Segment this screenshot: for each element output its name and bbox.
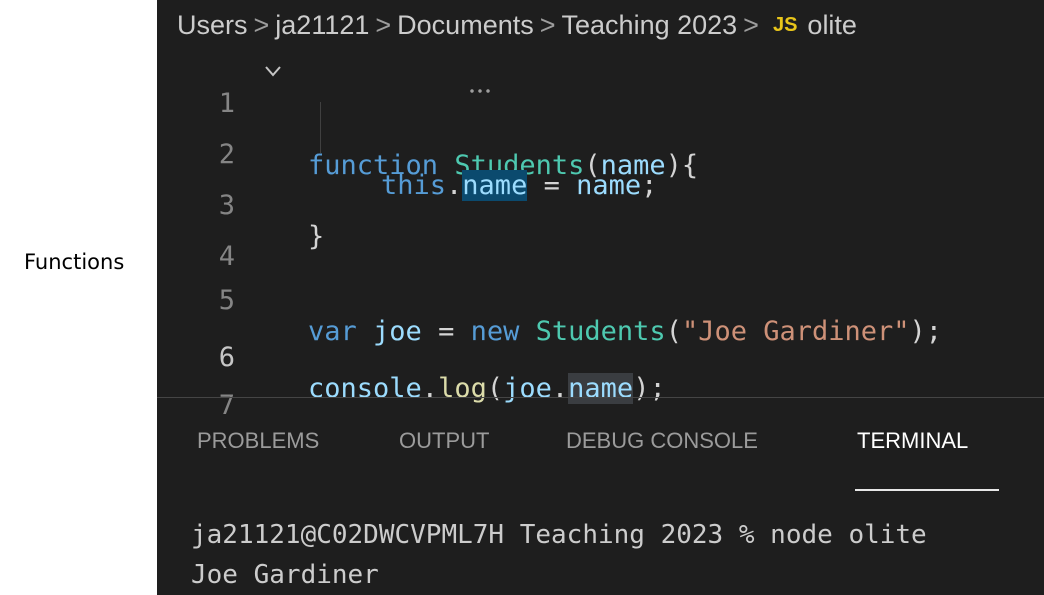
tab-debug-console[interactable]: DEBUG CONSOLE	[566, 428, 758, 454]
breadcrumb-item-users[interactable]: Users	[177, 10, 248, 40]
fold-chevron-down-icon[interactable]	[262, 60, 284, 82]
tab-output[interactable]: OUTPUT	[399, 428, 489, 454]
suggestion-dots-icon[interactable]	[468, 88, 494, 94]
active-tab-indicator	[855, 489, 999, 491]
breadcrumb-item-teaching[interactable]: Teaching 2023	[562, 10, 738, 40]
code-line-6[interactable]: 6 console.log(joe.name);	[157, 301, 1044, 404]
tab-problems[interactable]: PROBLEMS	[197, 428, 319, 454]
side-label: Functions	[24, 250, 125, 274]
breadcrumb-item-documents[interactable]: Documents	[397, 10, 534, 40]
panel-divider[interactable]	[157, 397, 1044, 398]
terminal-command-line[interactable]: ja21121@C02DWCVPML7H Teaching 2023 % nod…	[191, 520, 927, 550]
breadcrumb-separator: >	[743, 10, 759, 40]
breadcrumb-item-user[interactable]: ja21121	[275, 10, 369, 40]
js-file-icon: JS	[772, 14, 798, 36]
code-line-3[interactable]: 3 }	[157, 149, 1044, 252]
breadcrumb-separator: >	[539, 10, 556, 40]
code-line-7[interactable]: 7	[157, 349, 1044, 421]
tab-terminal[interactable]: TERMINAL	[857, 428, 968, 454]
code-line-2[interactable]: 2 this.name = name;	[157, 98, 1044, 201]
code-line-1[interactable]: 1 function Students(name){	[157, 47, 1044, 181]
code-editor: Users > ja21121 > Documents > Teaching 2023 > JS…	[157, 0, 1044, 595]
breadcrumb-separator: >	[375, 10, 392, 40]
breadcrumb-item-file[interactable]: olite	[807, 10, 857, 40]
breadcrumb-separator: >	[253, 10, 270, 40]
breadcrumb: Users > ja21121 > Documents > Teaching 2023 > JS…	[177, 0, 857, 50]
code-line-5[interactable]: 5 var joe = new Students("Joe Gardiner")…	[157, 244, 1044, 347]
terminal-output-line[interactable]: Joe Gardiner	[191, 560, 379, 590]
line-number: 7	[218, 390, 235, 421]
